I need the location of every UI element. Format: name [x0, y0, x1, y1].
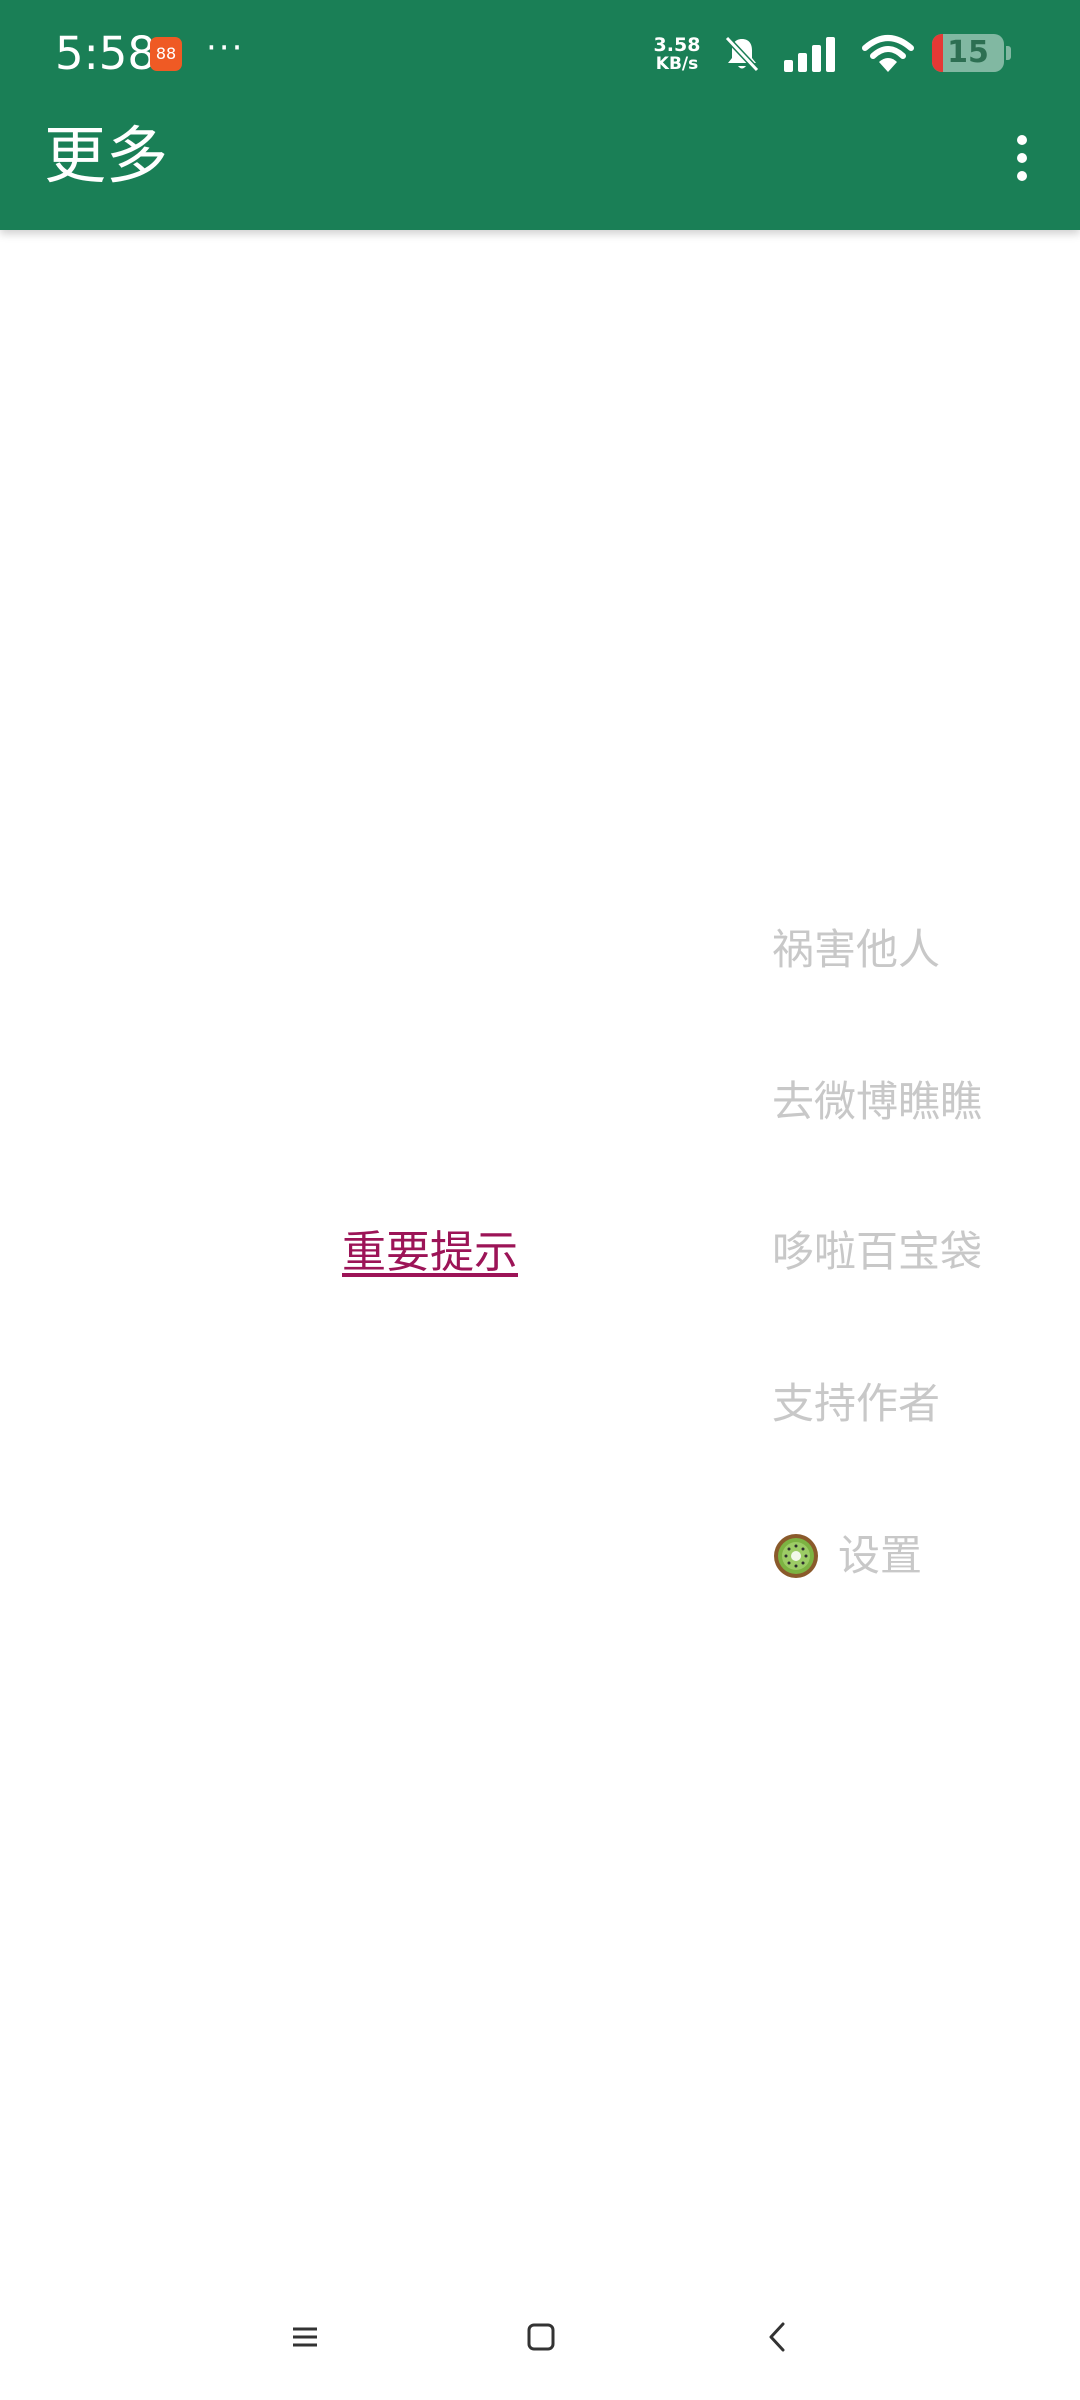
more-options-button[interactable]	[1004, 126, 1040, 190]
battery-tip	[1006, 46, 1011, 60]
network-speed-value: 3.58	[653, 34, 701, 56]
recent-apps-icon[interactable]	[290, 2322, 320, 2352]
menu-item-doraemon-pocket[interactable]: 哆啦百宝袋	[772, 1222, 982, 1282]
menu-item-visit-weibo[interactable]: 去微博瞧瞧	[772, 1072, 982, 1132]
more-options-dot	[1017, 153, 1027, 163]
wifi-icon	[862, 35, 914, 72]
status-time: 5:58	[55, 27, 157, 80]
page-title: 更多	[44, 119, 169, 192]
more-notifications-icon: ···	[206, 28, 245, 68]
bell-muted-icon	[724, 35, 760, 73]
menu-item-harm-others[interactable]: 祸害他人	[772, 920, 940, 980]
system-navigation-bar	[0, 2280, 1080, 2400]
kiwi-icon	[774, 1534, 818, 1578]
menu-item-settings[interactable]: 设置	[838, 1526, 922, 1586]
app-header: 5:58 88 ··· 3.58 KB/s 15 更多	[0, 0, 1080, 230]
app-notification-icon: 88	[150, 37, 182, 71]
menu-item-support-author[interactable]: 支持作者	[772, 1374, 940, 1434]
important-notice-link[interactable]: 重要提示	[342, 1222, 518, 1284]
more-options-dot	[1017, 171, 1027, 181]
signal-strength-icon	[784, 37, 835, 72]
status-bar: 5:58 88 ··· 3.58 KB/s 15	[0, 0, 1080, 110]
more-options-dot	[1017, 135, 1027, 145]
battery-level: 15	[947, 35, 989, 70]
battery-icon: 15	[932, 34, 1004, 72]
network-speed-unit: KB/s	[655, 54, 699, 74]
home-icon[interactable]	[526, 2322, 556, 2352]
back-icon[interactable]	[762, 2320, 792, 2354]
network-speed: 3.58 KB/s	[648, 34, 706, 74]
